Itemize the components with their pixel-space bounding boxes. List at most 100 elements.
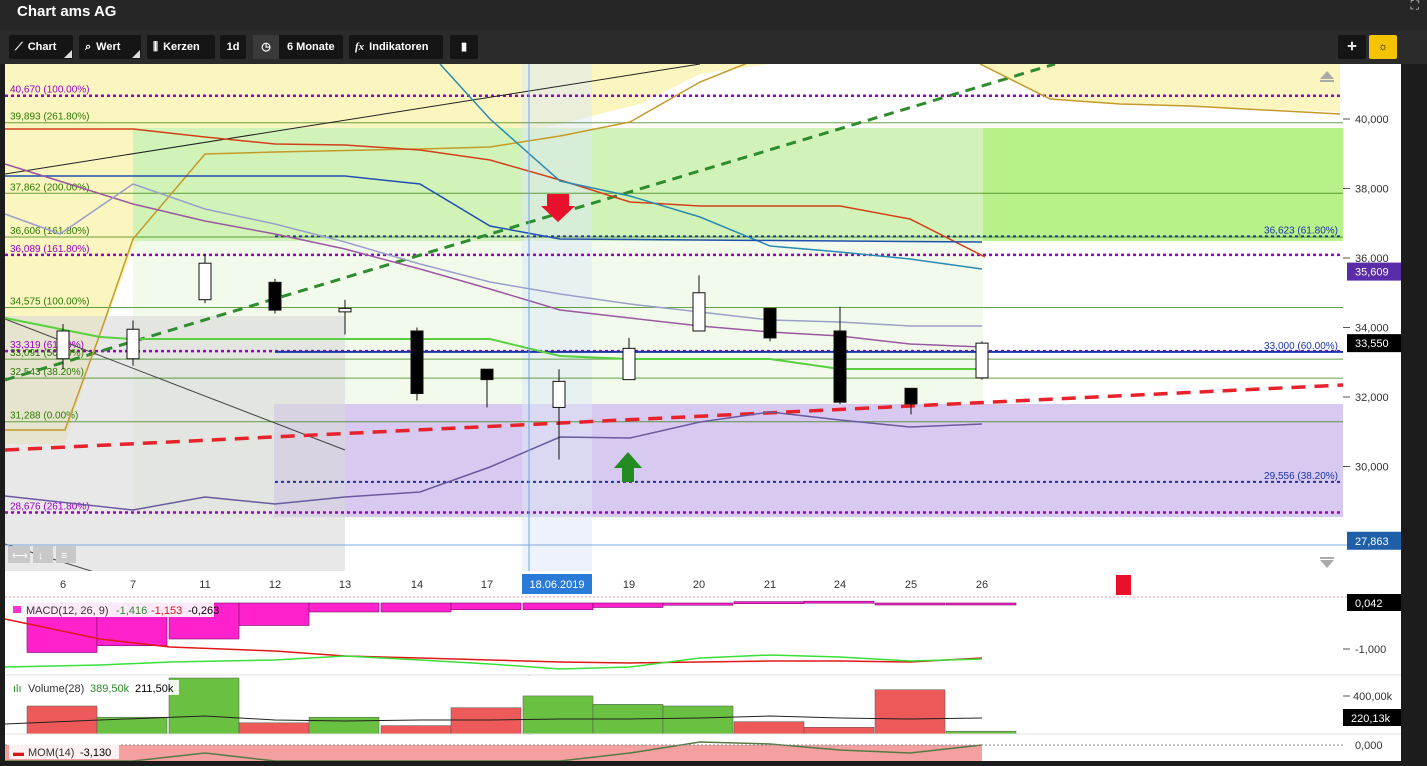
candle-body	[622, 347, 636, 381]
download-icon: ↓	[38, 550, 44, 562]
dropdown-corner-icon	[132, 50, 140, 58]
macd-bar	[874, 602, 946, 606]
left-margin	[0, 64, 5, 761]
candle-body	[268, 281, 282, 311]
candle-body	[198, 262, 212, 301]
macd-value-3: -0,263	[188, 605, 219, 617]
volume-bar	[733, 721, 805, 735]
crosshair-button[interactable]: ✛	[1338, 35, 1366, 59]
price-badge-label: 35,609	[1355, 267, 1389, 279]
candle-body	[763, 307, 777, 339]
macd-axis-label: -1,000	[1355, 644, 1386, 656]
price-axis-label: 32,000	[1355, 392, 1389, 404]
expand-icon[interactable]: ⛶	[1411, 0, 1419, 13]
period-button[interactable]: ◷ 6 Monate	[253, 35, 343, 59]
event-marker[interactable]	[1116, 575, 1131, 595]
value-label: Wert	[96, 41, 121, 53]
macd-label: MACD(12, 26, 9)	[26, 605, 109, 617]
volume-bar	[308, 716, 380, 735]
volume-value-2: 211,50k	[135, 683, 174, 695]
fib-level-label-1: 39,893 (261.80%)	[10, 112, 90, 123]
price-badge-label: 27,863	[1355, 536, 1389, 548]
theme-toggle-button[interactable]: ☼	[1369, 35, 1397, 59]
date-label: 6	[60, 579, 66, 591]
volume-bar	[238, 722, 310, 735]
window-title: Chart ams AG	[17, 3, 117, 20]
macd-legend-icon	[13, 606, 21, 613]
crosshair-icon: ✛	[1347, 41, 1357, 53]
chart-type-button[interactable]: ⟋ Chart	[9, 35, 73, 59]
fib-level-label-3: 36,606 (161.80%)	[10, 226, 90, 237]
momentum-value: -3,130	[80, 747, 111, 759]
bookmark-button[interactable]: ▮	[450, 35, 478, 59]
volume-axis-label: 400,00k	[1353, 691, 1393, 703]
volume-value-1: 389,50k	[90, 683, 130, 695]
value-button[interactable]: ⌕ Wert	[79, 35, 141, 59]
chart-area[interactable]: 40,670 (100.00%) 39,893 (261.80%) 37,862 (…	[0, 53, 1427, 762]
candle-body	[692, 292, 706, 332]
date-highlight-label: 18.06.2019	[529, 579, 584, 591]
chart-svg[interactable]: 40,670 (100.00%) 39,893 (261.80%) 37,862 (…	[0, 53, 1427, 762]
fib-right-label-1: 33,000 (60.00%)	[1264, 341, 1338, 352]
sun-icon: ☼	[1377, 41, 1389, 53]
toolbar: ⟋ Chart ⌕ Wert ⫼ Kerzen 1d ◷ 6 Monate fx Indi…	[0, 30, 1427, 64]
candle-body	[904, 387, 918, 405]
indicators-button[interactable]: fx Indikatoren	[349, 35, 443, 59]
price-badge-label: 33,550	[1355, 338, 1389, 350]
volume-bar	[26, 705, 98, 735]
date-label: 11	[199, 579, 210, 591]
bookmark-icon: ▮	[460, 41, 468, 53]
candle-body	[410, 330, 424, 395]
volume-bar	[522, 695, 594, 735]
purple-zone	[274, 404, 1343, 517]
volume-bar	[450, 707, 522, 735]
macd-bar	[592, 602, 664, 608]
search-icon: ⌕	[85, 41, 92, 53]
fib-level-label-7: 33,091 (50.00%)	[10, 348, 84, 359]
candle-body	[56, 330, 70, 360]
pan-icon: ⟷	[12, 550, 28, 562]
date-label: 7	[130, 579, 136, 591]
dropdown-corner-icon	[64, 50, 72, 58]
price-axis-label: 34,000	[1355, 323, 1389, 335]
indicators-label: Indikatoren	[369, 41, 429, 53]
volume-bar	[662, 705, 734, 735]
period-label: 6 Monate	[287, 41, 335, 53]
navigation-buttons: ⟷ ↓ ≡	[8, 546, 76, 563]
macd-bar	[522, 602, 594, 611]
interval-button[interactable]: 1d	[220, 35, 246, 59]
date-label: 13	[339, 579, 351, 591]
volume-bar	[380, 725, 452, 735]
price-axis-label: 30,000	[1355, 462, 1389, 474]
momentum-legend-icon: ▬	[13, 747, 24, 759]
candles-button[interactable]: ⫼ Kerzen	[147, 35, 215, 59]
volume-legend-icon: ılı	[13, 683, 22, 695]
scroll-down-bar	[1320, 557, 1334, 559]
volume-badge-label: 220,13k	[1351, 713, 1391, 725]
date-label: 21	[764, 579, 776, 591]
line-chart-icon: ⟋	[15, 41, 23, 53]
fib-right-label-2: 29,556 (38.20%)	[1264, 471, 1338, 482]
macd-bar	[308, 602, 380, 613]
candle-body	[480, 368, 494, 381]
macd-value-2: -1,153	[151, 605, 182, 617]
macd-bar	[803, 600, 875, 604]
date-label: 14	[411, 579, 423, 591]
right-margin	[1401, 64, 1427, 761]
momentum-axis-label: 0,000	[1355, 740, 1383, 752]
fib-level-label-0: 40,670 (100.00%)	[10, 85, 90, 96]
layers-icon: ≡	[61, 550, 67, 562]
candle-body	[552, 380, 566, 408]
macd-badge-label: 0,042	[1355, 598, 1383, 610]
candle-body	[833, 330, 847, 403]
volume-bar	[803, 727, 875, 735]
date-label: 24	[834, 579, 846, 591]
candle-body	[975, 342, 989, 379]
candle-body	[126, 328, 140, 360]
clock-icon: ◷	[253, 35, 279, 59]
crosshair-column	[522, 64, 592, 599]
date-label: 12	[269, 579, 281, 591]
price-axis-label: 40,000	[1355, 114, 1389, 126]
macd-bar	[945, 602, 1017, 606]
date-axis: 6 7 11 12 13 14 17 18.06.2019 19 20 21 24 25 26	[5, 571, 1401, 599]
